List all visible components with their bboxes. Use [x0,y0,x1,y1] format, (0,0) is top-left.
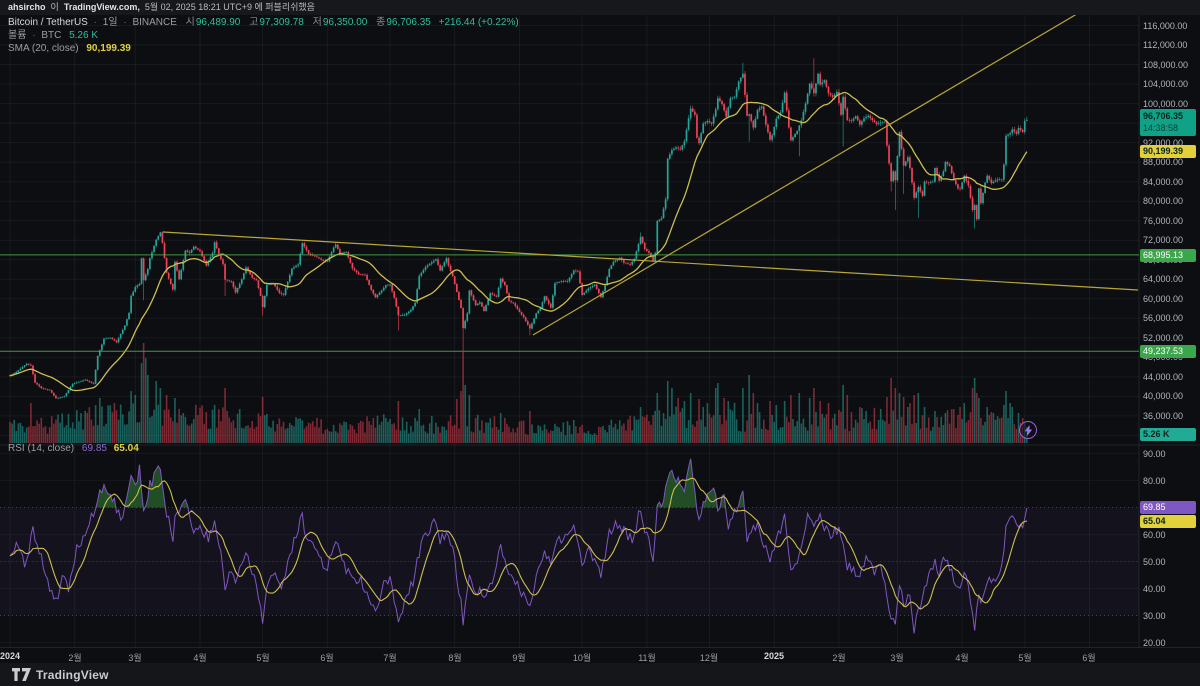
price-axis-label: 100,000.00 [1143,99,1189,109]
close-label: 종 [376,17,386,28]
sma-label: SMA (20, close) [8,43,79,54]
symbol-row[interactable]: Bitcoin / TetherUS · 1일 · BINANCE 시96,48… [8,17,519,28]
price-axis-label: 64,000.00 [1143,274,1184,284]
last-price-badge[interactable]: 96,706.35 14:38:58 [1140,109,1196,136]
sma-row[interactable]: SMA (20, close) 90,199.39 [8,43,519,54]
symbol-title[interactable]: Bitcoin / TetherUS [8,17,88,28]
tradingview-published-chart: { "header": { "user": "ahsircho", "parti… [0,0,1200,686]
low-label: 저 [312,17,322,28]
time-axis-label[interactable]: 2025 [764,651,784,661]
rsi-axis-label: 90.00 [1143,449,1166,459]
price-axis-label: 112,000.00 [1143,40,1188,50]
rsi-axis-label: 80.00 [1143,476,1166,486]
rsi-axis-label: 50.00 [1143,557,1166,567]
main-legend: Bitcoin / TetherUS · 1일 · BINANCE 시96,48… [8,17,519,56]
attribution-bar: ahsircho 이 TradingView.com, 5월 02, 2025 … [0,0,1200,15]
price-axis-label: 44,000.00 [1143,372,1184,382]
price-axis-label: 76,000.00 [1143,216,1184,226]
price-axis-label: 80,000.00 [1143,196,1184,206]
price-axis-label: 40,000.00 [1143,391,1184,401]
price-axis-label: 60,000.00 [1143,294,1184,304]
low-value: 96,350.00 [322,17,368,28]
price-axis-label: 84,000.00 [1143,177,1184,187]
tradingview-brand[interactable]: TradingView [36,668,109,682]
price-axis-label: 116,000.00 [1143,21,1188,31]
rsi-ma-value: 65.04 [113,443,139,454]
bar-countdown: 14:38:58 [1143,123,1179,133]
tradingview-link[interactable]: TradingView.com, [64,2,140,12]
time-axis[interactable]: 2024 2월 3월 4월 5월 6월 7월 8월 9월 10월 11월 12월 2025 2월 3월 4월 5… [0,648,1200,663]
boost-lightning-icon[interactable] [1019,421,1037,439]
rsi-ma-badge[interactable]: 65.04 [1140,515,1196,528]
price-axis-label: 72,000.00 [1143,235,1184,245]
change-value: +216.44 (+0.22%) [438,17,519,28]
volume-label: 볼륨 [8,30,27,41]
price-axis-label: 36,000.00 [1143,411,1184,421]
time-axis-label[interactable]: 2024 [0,651,20,661]
author-name[interactable]: ahsircho [8,2,46,12]
sma-value: 90,199.39 [86,43,131,54]
volume-symbol: BTC [41,30,62,41]
volume-value: 5.26 K [69,30,99,41]
footer-bar: TradingView [0,663,1200,686]
rsi-axis-label: 60.00 [1143,530,1166,540]
price-axis-label: 104,000.00 [1143,79,1189,89]
lightning-bolt-glyph [1024,424,1032,436]
price-axis-label: 88,000.00 [1143,157,1184,167]
lower-level-badge[interactable]: 49,237.53 [1140,345,1196,358]
attribution-particle: 이 [50,2,59,12]
high-label: 고 [249,17,259,28]
volume-axis-badge[interactable]: 5.26 K [1140,428,1196,441]
price-axis-label: 56,000.00 [1143,313,1184,323]
exchange-label[interactable]: BINANCE [132,17,176,28]
rsi-axis-label: 30.00 [1143,611,1166,621]
open-value: 96,489.90 [195,17,241,28]
rsi-value: 69.85 [81,443,107,454]
interval-label[interactable]: 1일 [103,17,118,28]
high-value: 97,309.78 [259,17,304,28]
rsi-axis-label: 20.00 [1143,638,1166,648]
close-value: 96,706.35 [386,17,431,28]
chart-canvas[interactable] [0,0,1200,686]
tradingview-logo-icon[interactable] [12,668,31,681]
rsi-value-badge[interactable]: 69.85 [1140,501,1196,514]
upper-level-badge[interactable]: 68,995.13 [1140,249,1196,262]
rsi-label: RSI (14, close) [8,443,75,454]
rsi-legend[interactable]: RSI (14, close) 69.85 65.04 [8,443,139,456]
rsi-axis-label: 40.00 [1143,584,1166,594]
sma-price-badge[interactable]: 90,199.39 [1140,145,1196,158]
volume-row[interactable]: 볼륨 · BTC 5.26 K [8,30,519,41]
open-label: 시 [185,17,195,28]
price-axis-label: 108,000.00 [1143,60,1189,70]
last-price-value: 96,706.35 [1143,111,1184,121]
price-axis-label: 52,000.00 [1143,333,1184,343]
publish-timestamp: 5월 02, 2025 18:21 UTC+9 에 퍼블리쉬했음 [144,2,315,12]
